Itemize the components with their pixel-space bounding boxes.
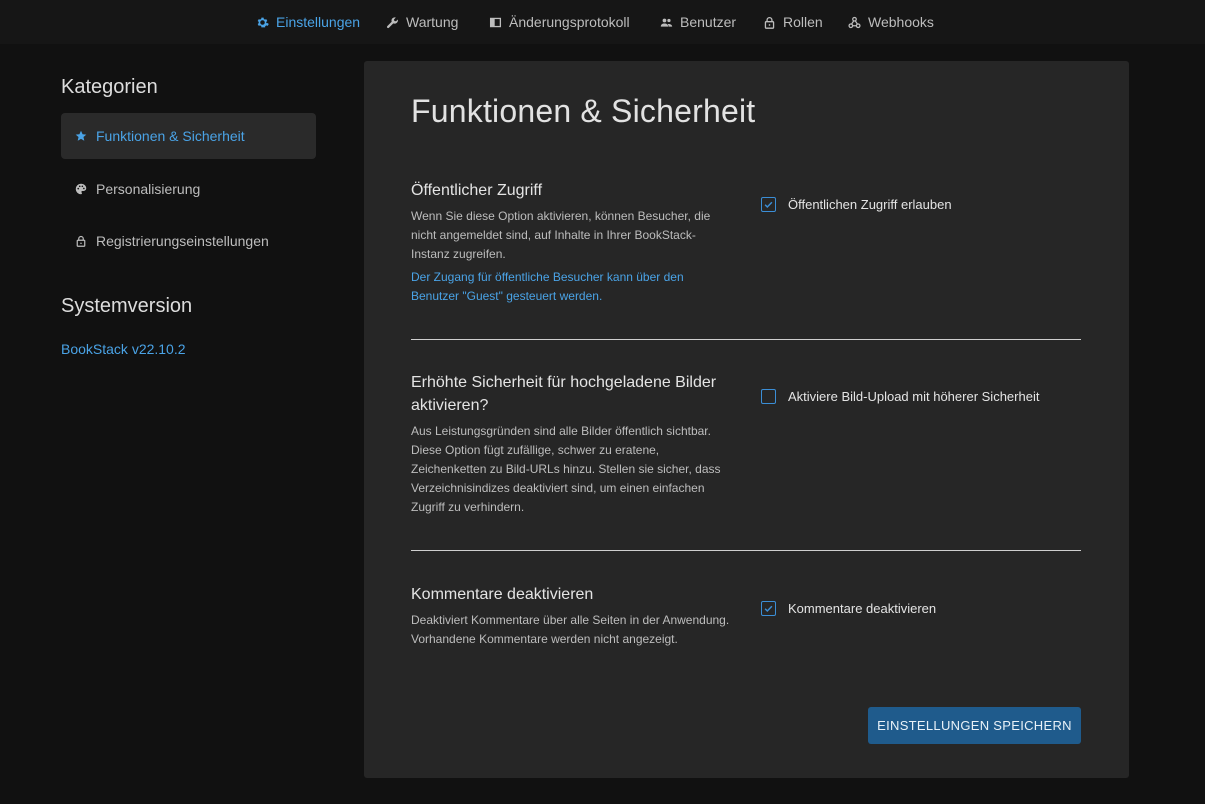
gear-icon xyxy=(257,17,269,27)
webhook-icon xyxy=(848,16,861,28)
sidebar-item-features-security[interactable]: Funktionen & Sicherheit xyxy=(61,113,316,159)
page-title: Funktionen & Sicherheit xyxy=(411,93,756,129)
nav-webhooks[interactable]: Webhooks xyxy=(848,13,934,31)
checkbox-label: Öffentlichen Zugriff erlauben xyxy=(788,197,952,212)
lock-icon xyxy=(76,235,86,247)
public-access-toggle[interactable]: Öffentlichen Zugriff erlauben xyxy=(761,197,952,212)
settings-card: Funktionen & Sicherheit Öffentlicher Zug… xyxy=(364,61,1129,778)
sidebar-item-customization[interactable]: Personalisierung xyxy=(61,166,316,212)
version-link[interactable]: BookStack v22.10.2 xyxy=(61,341,186,357)
disable-comments-toggle[interactable]: Kommentare deaktivieren xyxy=(761,601,936,616)
divider xyxy=(411,550,1081,551)
nav-audit-log[interactable]: Änderungsprotokoll xyxy=(489,13,630,31)
image-security-toggle[interactable]: Aktiviere Bild-Upload mit höherer Sicher… xyxy=(761,389,1039,404)
nav-label: Wartung xyxy=(406,14,459,30)
section-description: Aus Leistungsgründen sind alle Bilder öf… xyxy=(411,424,721,514)
checkbox-label: Aktiviere Bild-Upload mit höherer Sicher… xyxy=(788,389,1040,404)
checkbox[interactable] xyxy=(761,197,776,212)
checkbox[interactable] xyxy=(761,389,776,404)
nav-label: Änderungsprotokoll xyxy=(509,14,630,30)
nav-maintenance[interactable]: Wartung xyxy=(386,13,458,31)
section-description: Wenn Sie diese Option aktivieren, können… xyxy=(411,209,711,261)
section-description: Deaktiviert Kommentare über alle Seiten … xyxy=(411,613,730,646)
lock-icon xyxy=(764,16,775,29)
nav-label: Webhooks xyxy=(868,14,934,30)
section-title: Erhöhte Sicherheit für hochgeladene Bild… xyxy=(411,374,717,414)
users-icon xyxy=(660,18,673,27)
nav-label: Einstellungen xyxy=(276,14,361,30)
section-note: Der Zugang für öffentliche Besucher kann… xyxy=(411,270,684,303)
wrench-icon xyxy=(386,16,398,28)
check-icon xyxy=(764,201,773,209)
sidebar-item-label: Registrierungseinstellungen xyxy=(96,233,269,249)
divider xyxy=(411,339,1081,340)
nav-roles[interactable]: Rollen xyxy=(763,13,823,31)
checkbox-label: Kommentare deaktivieren xyxy=(788,601,937,616)
sidebar-item-label: Funktionen & Sicherheit xyxy=(96,128,245,144)
save-settings-button[interactable]: EINSTELLUNGEN SPEICHERN xyxy=(868,707,1081,744)
nav-label: Rollen xyxy=(783,14,823,30)
section-title: Öffentlicher Zugriff xyxy=(411,182,543,199)
book-icon xyxy=(489,17,502,27)
categories-heading: Kategorien xyxy=(61,76,158,98)
palette-icon xyxy=(75,183,87,195)
sidebar-item-registration[interactable]: Registrierungseinstellungen xyxy=(61,218,316,264)
nav-users[interactable]: Benutzer xyxy=(660,13,736,31)
checkbox[interactable] xyxy=(761,601,776,616)
top-navigation: Einstellungen Wartung Änderungsprotokoll… xyxy=(0,0,1205,44)
nav-label: Benutzer xyxy=(680,14,737,30)
section-title: Kommentare deaktivieren xyxy=(411,586,594,603)
sidebar-item-label: Personalisierung xyxy=(96,181,201,197)
check-icon xyxy=(764,605,773,613)
nav-settings[interactable]: Einstellungen xyxy=(256,13,360,31)
star-icon xyxy=(75,130,87,141)
system-version-heading: Systemversion xyxy=(61,295,193,317)
